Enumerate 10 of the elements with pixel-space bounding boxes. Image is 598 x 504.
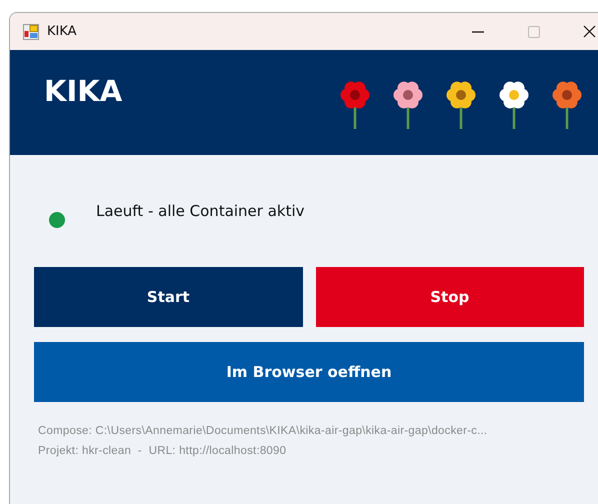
info-text: Projekt: hkr-clean - URL: http://localhost:8090 [38, 445, 288, 457]
open-browser-button[interactable]: Im Browser oeffnen [34, 342, 584, 402]
start-button[interactable]: Start [34, 267, 302, 327]
app-icon [23, 24, 39, 40]
stop-button[interactable]: Stop [316, 267, 584, 327]
info-text: Compose: C:\Users\Annemarie\Documents\KIKA\kika-air-gap\kika-air-gap\docker-c... [38, 425, 488, 437]
window-title: KIKA [47, 24, 77, 39]
status-text: Laeuft - alle Container aktiv [96, 202, 305, 220]
close-icon[interactable] [583, 25, 596, 38]
app-title: KIKA [44, 74, 122, 108]
